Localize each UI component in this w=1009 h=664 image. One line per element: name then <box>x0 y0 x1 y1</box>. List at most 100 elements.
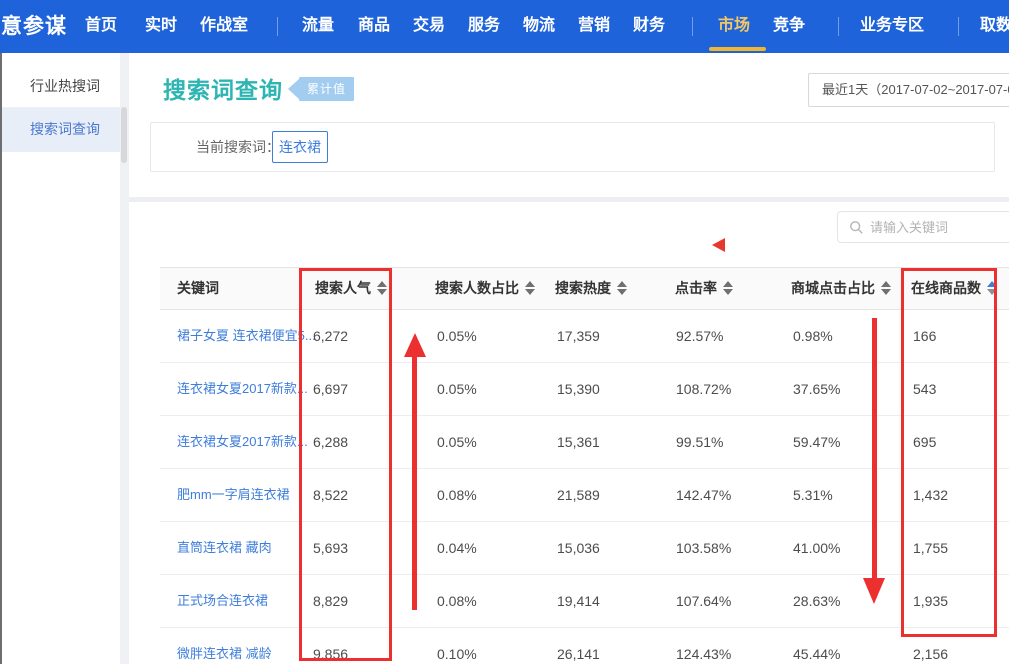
cell-click-rate: 107.64% <box>676 575 731 627</box>
cell-click-rate: 124.43% <box>676 628 731 664</box>
cell-searcher-ratio: 0.08% <box>437 575 477 627</box>
active-tab-underline <box>709 47 766 51</box>
sort-icon[interactable] <box>881 281 891 295</box>
nav-separator <box>958 17 959 36</box>
cell-mall-click-ratio: 0.98% <box>793 310 833 362</box>
keyword-link[interactable]: 裙子女夏 连衣裙便宜5... <box>177 310 316 362</box>
annotation-down-arrow-head-icon <box>863 578 885 604</box>
keyword-link[interactable]: 直筒连衣裙 藏肉 <box>177 522 272 574</box>
sidebar-scrollbar-thumb[interactable] <box>121 107 127 163</box>
table-row: 直筒连衣裙 藏肉 5,693 0.04% 15,036 103.58% 41.0… <box>160 522 1009 575</box>
table-header-row: 关键词 搜索人气 搜索人数占比 搜索热度 点击率 商城点击占比 在线商品数 <box>160 267 1009 310</box>
table-row: 肥mm一字肩连衣裙 8,522 0.08% 21,589 142.47% 5.3… <box>160 469 1009 522</box>
cell-click-rate: 99.51% <box>676 416 723 468</box>
sidebar: 行业热搜词 搜索词查询 <box>2 53 120 664</box>
column-header-searcher-ratio[interactable]: 搜索人数占比 <box>435 268 535 309</box>
annotation-box-search-popularity <box>299 268 392 661</box>
nav-item-war-room[interactable]: 作战室 <box>200 0 248 51</box>
current-keyword-chip[interactable]: 连衣裙 <box>272 131 328 163</box>
column-label: 商城点击占比 <box>791 280 875 296</box>
cell-mall-click-ratio: 28.63% <box>793 575 840 627</box>
sort-icon[interactable] <box>617 281 627 295</box>
cell-searcher-ratio: 0.04% <box>437 522 477 574</box>
sidebar-item-hot-search-words[interactable]: 行业热搜词 <box>2 65 120 108</box>
table-row: 连衣裙女夏2017新款... 6,288 0.05% 15,361 99.51%… <box>160 416 1009 469</box>
top-nav: 生意参谋 首页 实时 作战室 流量 商品 交易 服务 物流 营销 财务 市场 竞… <box>0 0 1009 53</box>
annotation-box-online-products <box>901 268 997 637</box>
nav-item-market[interactable]: 市场 <box>718 0 750 51</box>
column-header-click-rate[interactable]: 点击率 <box>675 268 733 309</box>
column-label: 点击率 <box>675 280 717 296</box>
annotation-up-arrow-shaft <box>412 355 417 610</box>
cell-searcher-ratio: 0.05% <box>437 363 477 415</box>
keyword-link[interactable]: 肥mm一字肩连衣裙 <box>177 469 290 521</box>
nav-item-data-extract[interactable]: 取数 <box>980 0 1009 51</box>
sort-icon[interactable] <box>723 281 733 295</box>
keyword-link[interactable]: 连衣裙女夏2017新款... <box>177 416 308 468</box>
annotation-up-arrow-head-icon <box>404 333 426 357</box>
nav-item-competition[interactable]: 竞争 <box>773 0 805 51</box>
nav-item-business-zone[interactable]: 业务专区 <box>860 0 924 51</box>
cell-mall-click-ratio: 45.44% <box>793 628 840 664</box>
column-label: 关键词 <box>177 280 219 296</box>
screen: 生意参谋 首页 实时 作战室 流量 商品 交易 服务 物流 营销 财务 市场 竞… <box>0 0 1009 664</box>
cell-searcher-ratio: 0.05% <box>437 310 477 362</box>
cell-search-heat: 15,036 <box>557 522 600 574</box>
nav-item-marketing[interactable]: 营销 <box>578 0 610 51</box>
nav-item-finance[interactable]: 财务 <box>633 0 665 51</box>
table-row: 裙子女夏 连衣裙便宜5... 6,272 0.05% 17,359 92.57%… <box>160 310 1009 363</box>
keyword-search-box <box>837 211 1009 243</box>
nav-item-realtime[interactable]: 实时 <box>145 0 177 51</box>
column-header-search-heat[interactable]: 搜索热度 <box>555 268 627 309</box>
nav-separator <box>692 17 693 36</box>
cell-mall-click-ratio: 59.47% <box>793 416 840 468</box>
cell-click-rate: 142.47% <box>676 469 731 521</box>
nav-separator <box>277 17 278 36</box>
badge-notch-icon <box>288 79 299 99</box>
search-icon <box>849 220 864 235</box>
keyword-link[interactable]: 连衣裙女夏2017新款... <box>177 363 308 415</box>
section-divider <box>129 197 1009 202</box>
cell-search-heat: 17,359 <box>557 310 600 362</box>
sort-icon[interactable] <box>525 281 535 295</box>
cell-click-rate: 108.72% <box>676 363 731 415</box>
annotation-down-arrow-shaft <box>872 318 877 580</box>
cell-mall-click-ratio: 37.65% <box>793 363 840 415</box>
nav-item-product[interactable]: 商品 <box>358 0 390 51</box>
keyword-search-input[interactable] <box>870 212 1009 242</box>
current-keyword-label: 当前搜索词： <box>196 123 280 171</box>
cell-search-heat: 26,141 <box>557 628 600 664</box>
current-keyword-panel: 当前搜索词： 连衣裙 <box>150 122 995 172</box>
page-title: 搜索词查询 <box>163 71 283 105</box>
column-label: 搜索人数占比 <box>435 280 519 296</box>
nav-separator <box>838 17 839 36</box>
nav-item-traffic[interactable]: 流量 <box>302 0 334 51</box>
sidebar-item-search-word-query[interactable]: 搜索词查询 <box>2 108 120 152</box>
keyword-link[interactable]: 正式场合连衣裙 <box>177 575 268 627</box>
column-header-keyword[interactable]: 关键词 <box>177 268 219 309</box>
column-header-mall-click-ratio[interactable]: 商城点击占比 <box>791 268 891 309</box>
date-range-picker[interactable]: 最近1天（2017-07-02~2017-07-02） <box>808 73 1009 107</box>
cell-search-heat: 21,589 <box>557 469 600 521</box>
cell-click-rate: 92.57% <box>676 310 723 362</box>
annotation-pointer-icon <box>712 238 725 252</box>
cell-searcher-ratio: 0.08% <box>437 469 477 521</box>
cell-search-heat: 19,414 <box>557 575 600 627</box>
column-label: 搜索热度 <box>555 280 611 296</box>
keyword-link[interactable]: 微胖连衣裙 减龄 <box>177 628 272 664</box>
cell-click-rate: 103.58% <box>676 522 731 574</box>
cell-searcher-ratio: 0.05% <box>437 416 477 468</box>
cell-mall-click-ratio: 41.00% <box>793 522 840 574</box>
nav-item-home[interactable]: 首页 <box>85 0 117 51</box>
cumulative-badge: 累计值 <box>299 77 354 101</box>
nav-item-trade[interactable]: 交易 <box>413 0 445 51</box>
table-row: 连衣裙女夏2017新款... 6,697 0.05% 15,390 108.72… <box>160 363 1009 416</box>
cell-search-heat: 15,361 <box>557 416 600 468</box>
nav-item-service[interactable]: 服务 <box>468 0 500 51</box>
nav-item-logistics[interactable]: 物流 <box>523 0 555 51</box>
cell-searcher-ratio: 0.10% <box>437 628 477 664</box>
table-row: 微胖连衣裙 减龄 9,856 0.10% 26,141 124.43% 45.4… <box>160 628 1009 664</box>
cell-search-heat: 15,390 <box>557 363 600 415</box>
app-logo[interactable]: 生意参谋 <box>0 0 67 53</box>
cell-mall-click-ratio: 5.31% <box>793 469 833 521</box>
